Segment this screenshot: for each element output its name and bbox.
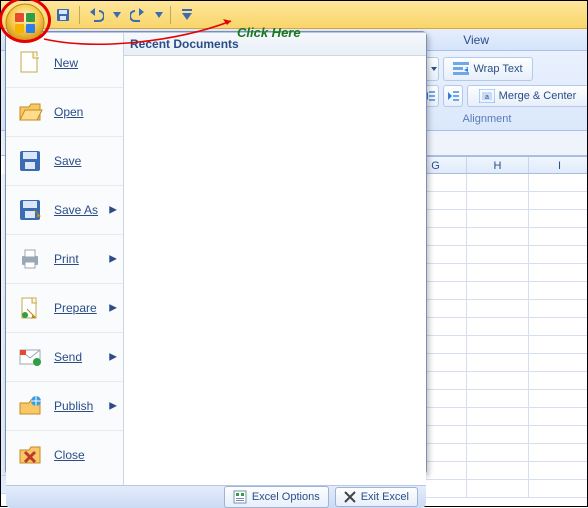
qat-customize-button[interactable] [177, 5, 197, 25]
tab-view[interactable]: View [455, 31, 497, 49]
redo-icon [130, 8, 146, 22]
menu-item-open[interactable]: Open [6, 87, 123, 136]
menu-item-label: New [54, 56, 78, 70]
menu-item-label: Save [54, 154, 81, 168]
menu-item-label: Publish [54, 399, 93, 413]
menu-item-label: Open [54, 105, 83, 119]
menu-item-print[interactable]: Print ▶ [6, 234, 123, 283]
qat-undo-button[interactable] [86, 5, 106, 25]
menu-item-send[interactable]: Send ▶ [6, 332, 123, 381]
save-as-icon [16, 196, 44, 224]
office-button-hit[interactable] [3, 1, 47, 45]
qat-redo-more[interactable] [154, 5, 164, 25]
menu-item-prepare[interactable]: Prepare ▶ [6, 283, 123, 332]
menu-item-label: Save As [54, 203, 98, 217]
open-icon [16, 98, 44, 126]
column-header[interactable]: H [467, 157, 529, 173]
chevron-right-icon: ▶ [109, 205, 117, 216]
qat-redo-button[interactable] [128, 5, 148, 25]
chevron-down-icon [431, 67, 437, 71]
recent-documents-list [132, 60, 418, 500]
save-icon [16, 147, 44, 175]
wrap-text-button[interactable]: Wrap Text [443, 57, 533, 81]
excel-options-label: Excel Options [252, 491, 320, 503]
chevron-down-icon [155, 12, 163, 18]
qat-separator [79, 6, 80, 24]
close-icon [16, 441, 44, 469]
merge-center-label: Merge & Center [499, 90, 577, 102]
menu-item-publish[interactable]: Publish ▶ [6, 381, 123, 430]
qat-undo-more[interactable] [112, 5, 122, 25]
office-menu-right: Recent Documents [124, 33, 426, 485]
chevron-down-icon [113, 12, 121, 18]
chevron-right-icon: ▶ [109, 352, 117, 363]
menu-item-label: Send [54, 350, 82, 364]
customize-icon [182, 9, 192, 21]
quick-access-toolbar [53, 5, 197, 25]
options-icon [233, 490, 247, 504]
send-icon [16, 343, 44, 371]
menu-item-label: Close [54, 448, 85, 462]
merge-center-icon: a [479, 89, 495, 103]
excel-options-button[interactable]: Excel Options [224, 486, 329, 508]
chevron-right-icon: ▶ [109, 303, 117, 314]
recent-documents-header: Recent Documents [124, 33, 426, 56]
menu-item-close[interactable]: Close [6, 430, 123, 479]
svg-text:a: a [485, 94, 489, 101]
new-icon [16, 49, 44, 77]
menu-item-save-as[interactable]: Save As ▶ [6, 185, 123, 234]
chevron-right-icon: ▶ [109, 254, 117, 265]
save-icon [56, 8, 70, 22]
qat-separator [170, 6, 171, 24]
menu-item-label: Print [54, 252, 79, 266]
exit-excel-label: Exit Excel [361, 491, 409, 503]
exit-excel-button[interactable]: Exit Excel [335, 487, 418, 507]
print-icon [16, 245, 44, 273]
menu-item-label: Prepare [54, 301, 97, 315]
menu-item-new[interactable]: New [6, 39, 123, 87]
increase-indent-button[interactable] [443, 85, 463, 107]
office-button [3, 1, 47, 45]
office-menu-left: New Open Save Save As ▶ [6, 33, 124, 485]
office-menu: New Open Save Save As ▶ [5, 31, 427, 475]
title-bar [1, 1, 587, 29]
prepare-icon [16, 294, 44, 322]
office-menu-footer: Excel Options Exit Excel [6, 485, 426, 508]
undo-icon [88, 8, 104, 22]
ribbon-group-alignment: Alignment [427, 113, 547, 125]
qat-save-button[interactable] [53, 5, 73, 25]
chevron-right-icon: ▶ [109, 401, 117, 412]
column-header[interactable]: I [529, 157, 588, 173]
wrap-text-label: Wrap Text [473, 63, 522, 75]
publish-icon [16, 392, 44, 420]
wrap-text-icon [453, 62, 469, 76]
exit-icon [344, 491, 356, 503]
merge-center-button[interactable]: a Merge & Center [467, 85, 587, 107]
increase-indent-icon [446, 89, 460, 103]
menu-item-save[interactable]: Save [6, 136, 123, 185]
